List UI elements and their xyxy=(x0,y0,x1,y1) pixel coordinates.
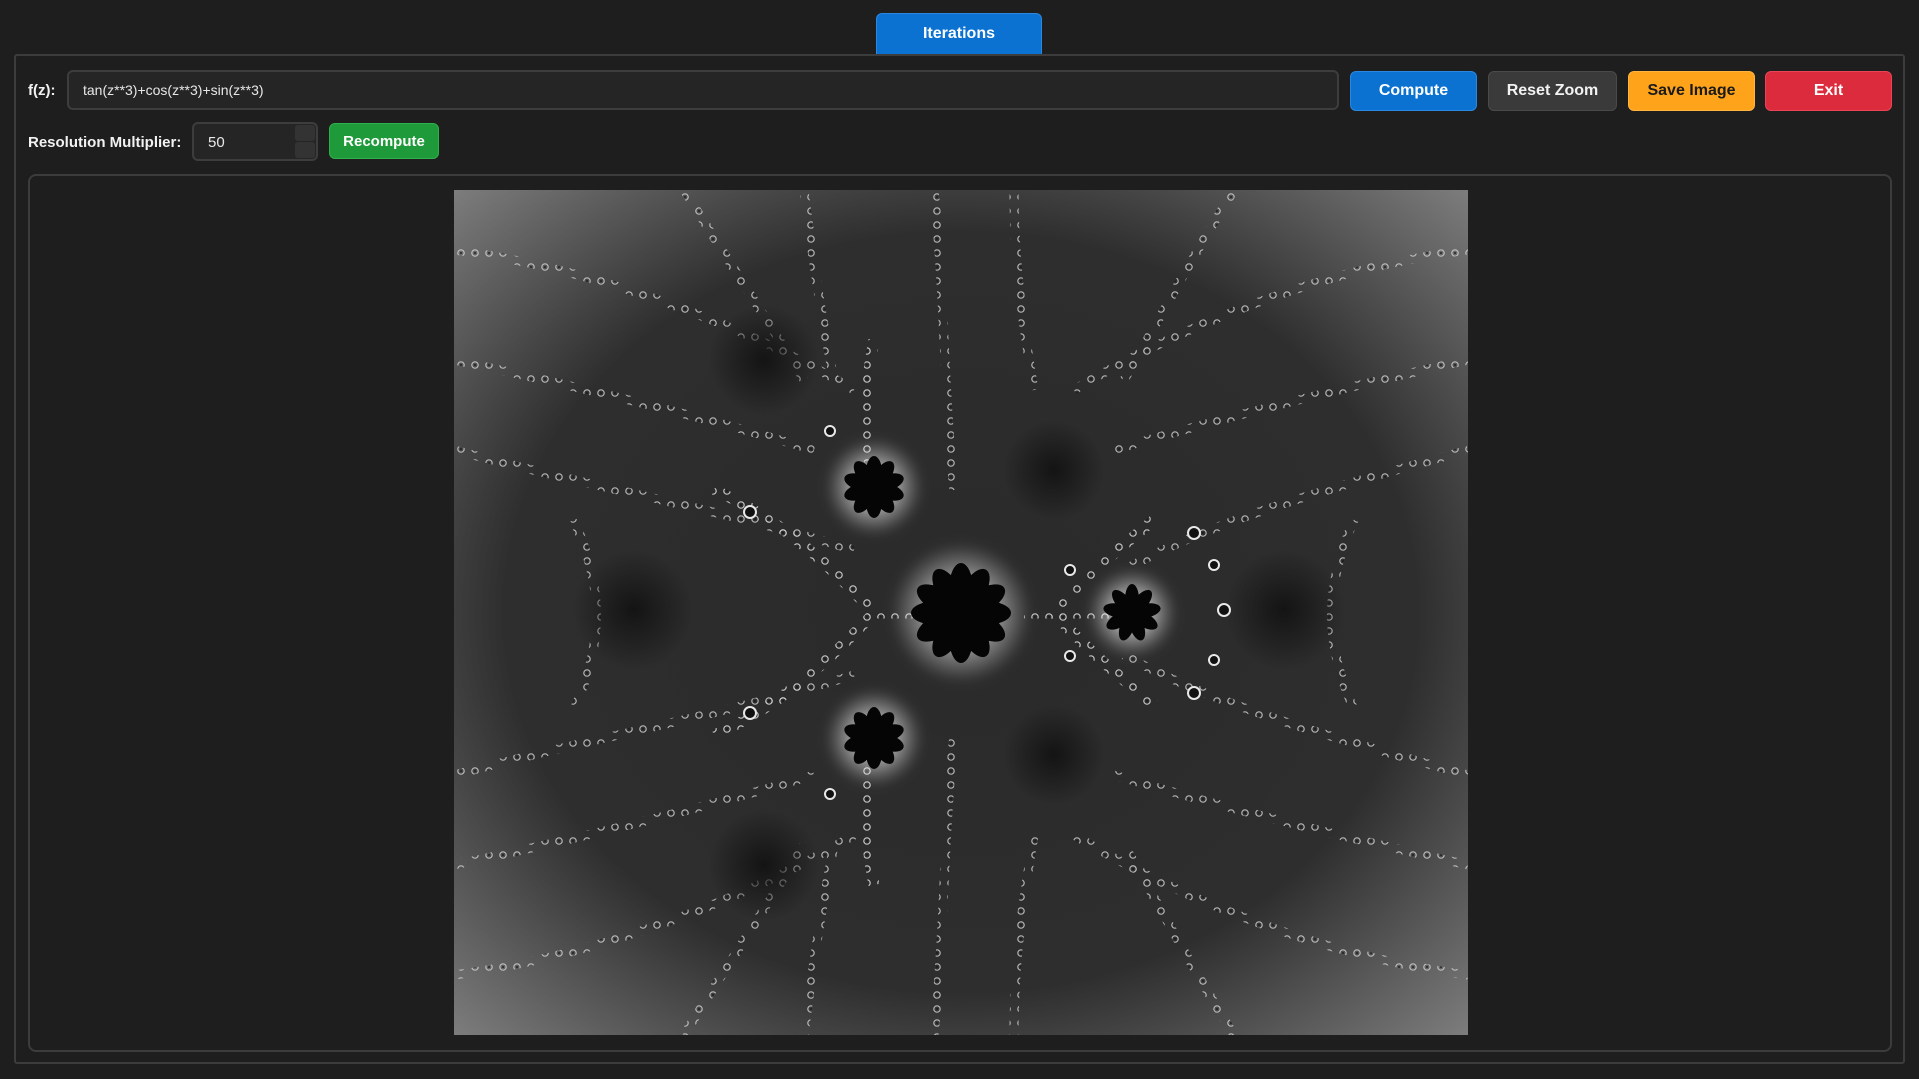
resolution-input[interactable] xyxy=(194,124,290,159)
tab-iterations[interactable]: Iterations xyxy=(876,13,1042,54)
compute-button[interactable]: Compute xyxy=(1350,71,1477,111)
spin-up-arrow-icon[interactable] xyxy=(295,125,315,141)
spin-down-arrow-icon[interactable] xyxy=(295,142,315,158)
resolution-label: Resolution Multiplier: xyxy=(28,134,182,151)
save-image-button[interactable]: Save Image xyxy=(1628,71,1755,111)
fractal-image[interactable] xyxy=(454,190,1468,1035)
resolution-spinbox[interactable] xyxy=(192,122,318,161)
exit-button[interactable]: Exit xyxy=(1765,71,1892,111)
formula-label: f(z): xyxy=(28,82,56,99)
recompute-button[interactable]: Recompute xyxy=(329,123,439,159)
reset-zoom-button[interactable]: Reset Zoom xyxy=(1488,71,1617,111)
formula-input[interactable] xyxy=(67,70,1339,110)
